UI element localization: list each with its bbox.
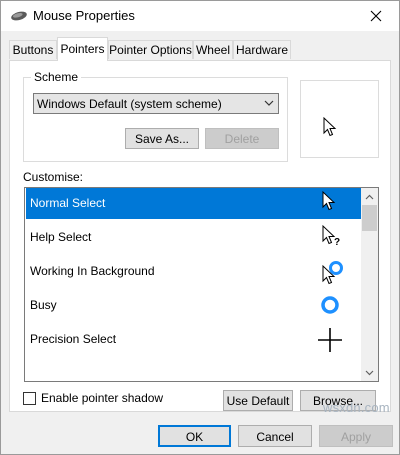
- delete-label: Delete: [224, 132, 260, 146]
- watermark: wsxdn.com: [323, 400, 390, 415]
- list-item-help-select[interactable]: Help Select ?: [26, 222, 361, 253]
- close-button[interactable]: [353, 1, 399, 31]
- pointers-panel: Scheme Windows Default (system scheme) S…: [9, 60, 391, 412]
- mouse-icon: [11, 11, 27, 21]
- list-item-label: Busy: [30, 298, 57, 312]
- arrow-cursor-icon: [322, 190, 336, 211]
- scroll-up-button[interactable]: [361, 188, 378, 205]
- cursor-preview: [300, 80, 378, 158]
- cancel-label: Cancel: [256, 430, 294, 444]
- list-item-label: Precision Select: [30, 332, 117, 346]
- help-cursor-icon: ?: [322, 224, 340, 248]
- pointer-shadow-checkbox[interactable]: [23, 392, 36, 405]
- tab-buttons[interactable]: Buttons: [9, 40, 57, 59]
- scroll-down-button[interactable]: [361, 364, 378, 381]
- apply-label: Apply: [340, 430, 372, 444]
- ok-label: OK: [185, 430, 204, 444]
- list-item-label: Normal Select: [30, 196, 106, 210]
- mouse-properties-window: Mouse Properties Buttons Pointers Pointe…: [0, 0, 400, 455]
- pointer-shadow-label: Enable pointer shadow: [41, 391, 164, 405]
- list-item-label: Help Select: [30, 230, 92, 244]
- save-as-button[interactable]: Save As...: [125, 128, 199, 149]
- tab-strip: Buttons Pointers Pointer Options Wheel H…: [1, 31, 399, 61]
- scheme-group: Scheme Windows Default (system scheme) S…: [23, 70, 288, 162]
- chevron-down-icon: [264, 100, 274, 106]
- crosshair-cursor-icon: [318, 328, 342, 352]
- preview-divider: [300, 157, 379, 158]
- tab-label: Buttons: [12, 43, 54, 57]
- scheme-label: Scheme: [31, 70, 82, 84]
- window-title: Mouse Properties: [33, 8, 135, 23]
- apply-button[interactable]: Apply: [319, 425, 393, 447]
- chevron-up-icon: [365, 194, 374, 199]
- customise-label: Customise:: [23, 170, 84, 184]
- list-item-busy[interactable]: Busy: [26, 290, 361, 321]
- arrow-cursor-icon: [323, 117, 337, 137]
- tab-label: Pointers: [60, 42, 105, 56]
- tab-hardware[interactable]: Hardware: [233, 40, 291, 59]
- delete-button[interactable]: Delete: [205, 128, 279, 149]
- ok-button[interactable]: OK: [158, 425, 231, 447]
- scroll-thumb[interactable]: [362, 205, 377, 231]
- list-item-label: Working In Background: [30, 264, 155, 278]
- tab-label: Pointer Options: [109, 43, 192, 57]
- use-default-button[interactable]: Use Default: [223, 390, 293, 411]
- close-icon: [370, 10, 382, 22]
- cancel-button[interactable]: Cancel: [238, 425, 312, 447]
- tab-label: Wheel: [195, 43, 230, 57]
- use-default-label: Use Default: [226, 394, 290, 408]
- dialog-client-area: Buttons Pointers Pointer Options Wheel H…: [1, 31, 399, 454]
- tab-pointers[interactable]: Pointers: [57, 37, 108, 61]
- tab-wheel[interactable]: Wheel: [193, 40, 233, 59]
- save-as-label: Save As...: [134, 132, 190, 146]
- title-bar[interactable]: Mouse Properties: [1, 1, 399, 31]
- chevron-down-icon: [365, 370, 374, 375]
- scheme-selected-value: Windows Default (system scheme): [37, 97, 222, 111]
- tab-pointer-options[interactable]: Pointer Options: [108, 40, 193, 59]
- working-cursor-icon: [322, 261, 343, 285]
- preview-divider: [378, 80, 379, 158]
- scheme-dropdown[interactable]: Windows Default (system scheme): [33, 93, 279, 114]
- svg-text:?: ?: [334, 237, 340, 248]
- tab-label: Hardware: [235, 43, 289, 57]
- dialog-footer: OK Cancel Apply: [1, 415, 399, 454]
- list-item-normal-select[interactable]: Normal Select: [26, 188, 361, 219]
- cursor-list[interactable]: Normal Select Help Select ? Working In B…: [24, 187, 379, 382]
- list-scrollbar[interactable]: [361, 188, 378, 381]
- busy-cursor-icon: [321, 296, 339, 314]
- list-item-working-in-background[interactable]: Working In Background: [26, 256, 361, 287]
- list-item-precision-select[interactable]: Precision Select: [26, 324, 361, 355]
